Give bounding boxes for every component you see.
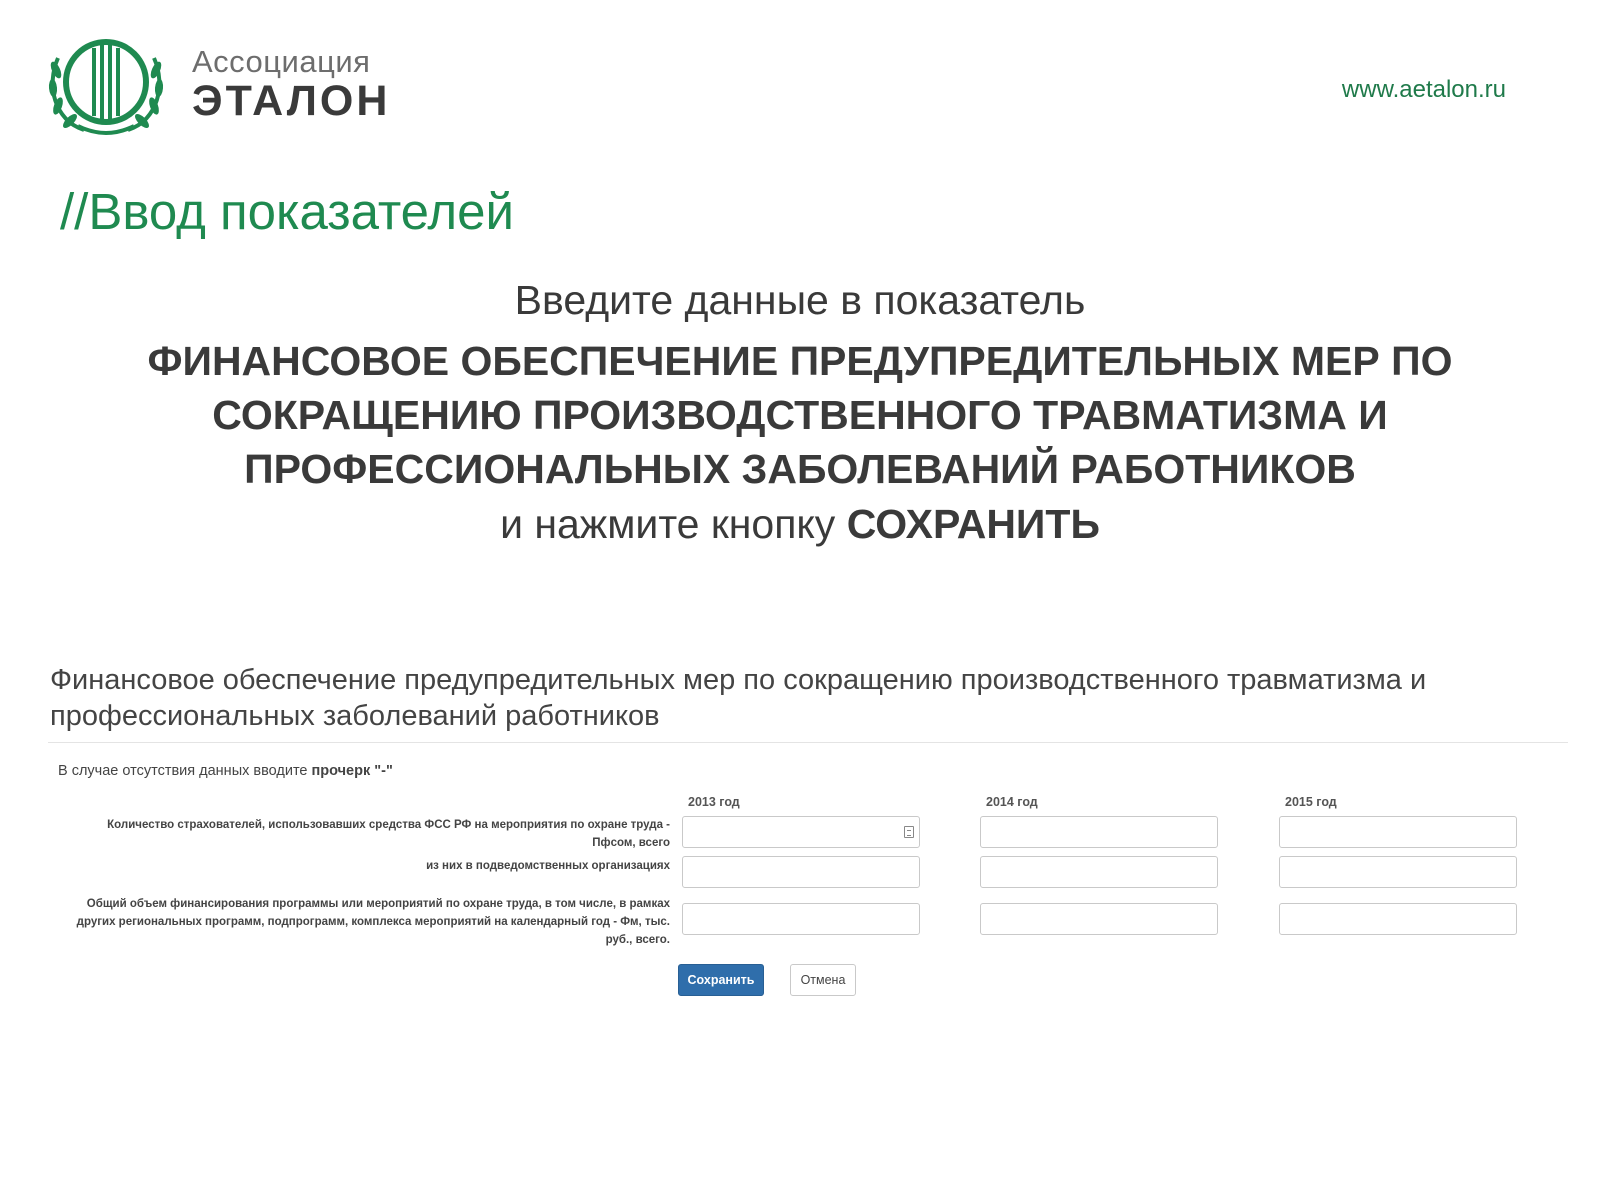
form-hint-bold: прочерк "-" — [311, 763, 393, 779]
instruction-action-button-name: СОХРАНИТЬ — [846, 501, 1100, 547]
instruction-block: Введите данные в показатель ФИНАНСОВОЕ О… — [0, 272, 1600, 552]
input-row2-2014[interactable] — [980, 856, 1218, 888]
column-header-2014: 2014 год — [986, 795, 1038, 809]
form-divider — [48, 742, 1568, 743]
input-row3-2015[interactable] — [1279, 903, 1517, 935]
input-row2-2013[interactable] — [682, 856, 920, 888]
row-label-insurers-count: Количество страхователей, использовавших… — [107, 819, 670, 849]
input-row3-2014[interactable] — [980, 903, 1218, 935]
instruction-action-prefix: и нажмите кнопку — [500, 501, 847, 547]
brand-line2: ЭТАЛОН — [192, 76, 391, 125]
instruction-lead: Введите данные в показатель — [514, 277, 1086, 323]
slide-title: //Ввод показателей — [60, 183, 514, 240]
brand-name: Ассоциация ЭТАЛОН — [192, 44, 391, 125]
form-hint: В случае отсутствия данных вводите проче… — [58, 763, 393, 779]
form-hint-prefix: В случае отсутствия данных вводите — [58, 763, 312, 779]
input-row2-2015[interactable] — [1279, 856, 1517, 888]
input-row1-2014[interactable] — [980, 816, 1218, 848]
brand-line1: Ассоциация — [192, 44, 371, 79]
input-row3-2013[interactable] — [682, 903, 920, 935]
laurel-wreath-logo-icon — [48, 39, 164, 135]
instruction-action: и нажмите кнопку СОХРАНИТЬ — [0, 496, 1600, 552]
field-list-icon[interactable] — [904, 826, 914, 838]
input-row1-2015[interactable] — [1279, 816, 1517, 848]
column-header-2015: 2015 год — [1285, 795, 1337, 809]
column-header-2013: 2013 год — [688, 795, 740, 809]
save-button[interactable]: Сохранить — [678, 964, 764, 996]
row-label-subordinate-orgs: из них в подведомственных организациях — [426, 860, 670, 872]
site-url-link[interactable]: www.aetalon.ru — [1342, 76, 1506, 104]
row-label-total-funding: Общий объем финансирования программы или… — [76, 898, 670, 946]
cancel-button[interactable]: Отмена — [790, 964, 856, 996]
input-row1-2013[interactable] — [682, 816, 920, 848]
instruction-indicator-name: ФИНАНСОВОЕ ОБЕСПЕЧЕНИЕ ПРЕДУПРЕДИТЕЛЬНЫХ… — [147, 338, 1453, 492]
form-heading: Финансовое обеспечение предупредительных… — [50, 664, 1427, 732]
